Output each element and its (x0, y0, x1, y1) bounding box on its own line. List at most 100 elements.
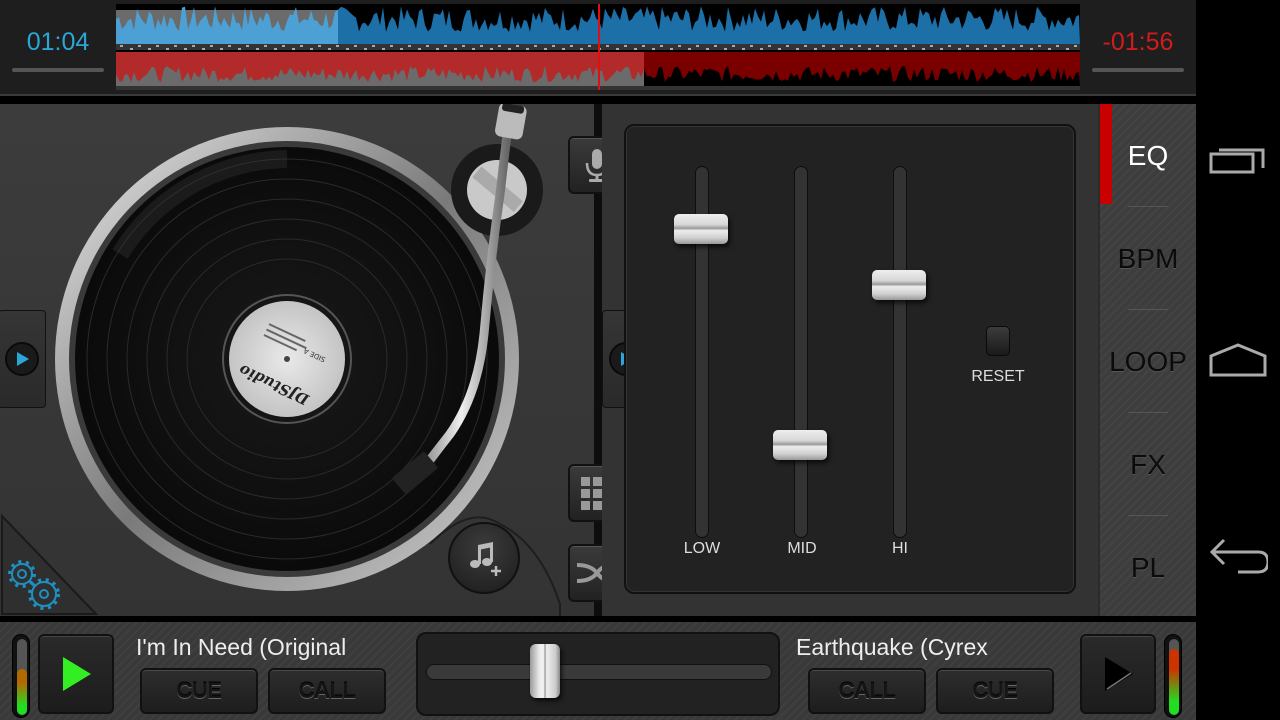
tab-fx[interactable]: FX (1100, 413, 1196, 516)
deck-a-cue-button[interactable]: CUE (140, 668, 258, 714)
tab-eq[interactable]: EQ (1100, 104, 1196, 207)
waveform-display[interactable] (116, 4, 1080, 90)
back-button[interactable] (1208, 536, 1268, 580)
playhead (598, 4, 600, 90)
beat-tick (1012, 48, 1015, 50)
deck-b-track-title: Earthquake (Cyrex (796, 634, 988, 660)
beat-tick (904, 48, 907, 50)
beat-tick (832, 48, 835, 50)
beat-tick (426, 45, 429, 47)
beat-tick (796, 48, 799, 50)
beat-tick (472, 48, 475, 50)
play-icon (63, 657, 91, 691)
beat-tick (706, 48, 709, 50)
tab-bpm[interactable]: BPM (1100, 207, 1196, 310)
eq-mid-track[interactable] (794, 166, 808, 538)
eq-hi-slider[interactable] (872, 270, 926, 301)
home-button[interactable] (1208, 338, 1268, 382)
eq-hi-track[interactable] (893, 166, 907, 538)
beat-tick (444, 45, 447, 47)
beat-tick (390, 45, 393, 47)
beat-tick (274, 48, 277, 50)
system-nav-bar (1196, 0, 1280, 720)
add-music-icon (470, 542, 501, 576)
beat-tick (840, 45, 843, 47)
beat-tick (976, 48, 979, 50)
beat-tick (958, 48, 961, 50)
beat-tick (454, 48, 457, 50)
beat-tick (714, 45, 717, 47)
beat-tick (724, 48, 727, 50)
recent-apps-button[interactable] (1208, 138, 1268, 182)
deck-a-track-title: I'm In Need (Original (136, 634, 347, 660)
beat-tick (372, 45, 375, 47)
beat-tick (616, 48, 619, 50)
beat-tick (570, 45, 573, 47)
beat-tick (418, 48, 421, 50)
beat-tick (984, 45, 987, 47)
eq-mid-label: MID (787, 540, 817, 557)
beat-tick (174, 45, 177, 47)
gears-icon (8, 560, 60, 610)
tab-playlist[interactable]: PL (1100, 516, 1196, 619)
beat-tick (886, 48, 889, 50)
beat-tick (318, 45, 321, 47)
deck-panel: DJStudio SIDE A (0, 104, 594, 616)
beat-tick (678, 45, 681, 47)
home-icon (1209, 343, 1267, 377)
beat-tick (202, 48, 205, 50)
beat-tick (1066, 48, 1069, 50)
beat-tick (220, 48, 223, 50)
beat-tick (688, 48, 691, 50)
beat-tick (850, 48, 853, 50)
beat-tick (822, 45, 825, 47)
deck-b-play-button[interactable] (1080, 634, 1156, 714)
beat-tick (480, 45, 483, 47)
deck-a-play-button[interactable] (38, 634, 114, 714)
settings-button[interactable] (4, 554, 64, 614)
eq-mid-slider[interactable] (773, 430, 827, 460)
tab-loop[interactable]: LOOP (1100, 310, 1196, 413)
beat-tick (1048, 48, 1051, 50)
deck-b-call-button[interactable]: CALL (808, 668, 926, 714)
deck-a-vu-meter (12, 634, 30, 718)
beat-tick (328, 48, 331, 50)
transport-bar: I'm In Need (Original CUE CALL Earthquak… (0, 616, 1196, 720)
eq-panel: LOW MID HI RESET (624, 124, 1076, 594)
crossfader-handle[interactable] (530, 644, 561, 698)
beat-tick (912, 45, 915, 47)
beat-tick (552, 45, 555, 47)
beat-tick (760, 48, 763, 50)
beat-tick (948, 45, 951, 47)
beat-tick (660, 45, 663, 47)
beat-tick (382, 48, 385, 50)
beat-tick (1002, 45, 1005, 47)
beat-tick (580, 48, 583, 50)
beat-tick (588, 45, 591, 47)
deck-b-cue-button[interactable]: CUE (936, 668, 1054, 714)
deck-b-time-underline (1092, 68, 1184, 72)
beat-tick (634, 48, 637, 50)
add-music-button[interactable] (448, 522, 520, 594)
waveform-bar: 01:04 -01:56 (0, 0, 1196, 96)
deck-b-remaining-time: -01:56 (1102, 28, 1174, 56)
beat-tick (940, 48, 943, 50)
beat-tick (1038, 45, 1041, 47)
deck-a-elapsed-time: 01:04 (26, 28, 90, 56)
beat-tick (130, 48, 133, 50)
beat-tick (994, 48, 997, 50)
beat-tick (526, 48, 529, 50)
eq-low-slider[interactable] (674, 214, 728, 245)
deck-a-call-button[interactable]: CALL (268, 668, 386, 714)
eq-reset-button[interactable] (986, 326, 1010, 356)
eq-hi-label: HI (892, 540, 908, 557)
beat-tick (1030, 48, 1033, 50)
beat-tick (606, 45, 609, 47)
play-icon (1105, 657, 1133, 691)
beat-tick (184, 48, 187, 50)
beat-tick (768, 45, 771, 47)
recent-apps-icon (1209, 148, 1265, 174)
crossfader-track[interactable] (426, 664, 772, 680)
waveform-svg (116, 4, 1080, 90)
beat-tick (400, 48, 403, 50)
